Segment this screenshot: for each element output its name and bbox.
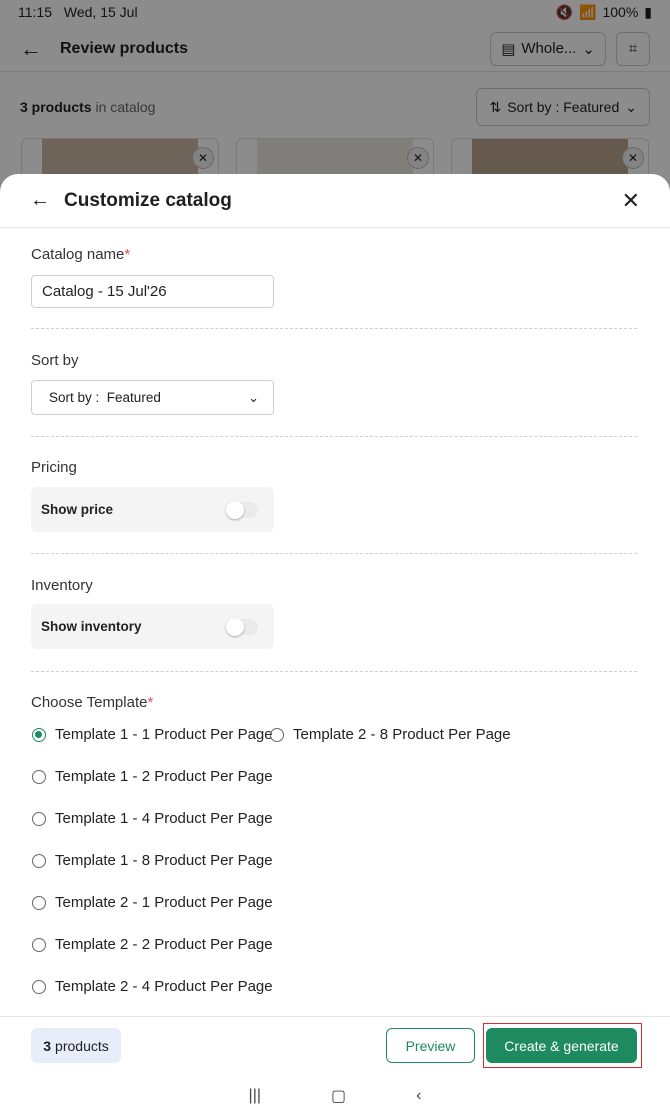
template-option[interactable]: Template 1 - 1 Product Per Page — [32, 726, 273, 743]
section-divider — [31, 553, 637, 554]
show-inventory-row: Show inventory — [31, 604, 274, 649]
show-price-toggle[interactable] — [226, 500, 258, 519]
selected-count-badge: 3 products — [31, 1028, 121, 1063]
show-price-row: Show price — [31, 487, 274, 532]
template-option[interactable]: Template 1 - 8 Product Per Page — [32, 852, 273, 869]
inventory-label: Inventory — [31, 577, 93, 594]
selected-count-label: products — [55, 1037, 109, 1054]
radio-selected[interactable] — [32, 727, 46, 742]
highlight-box: Create & generate — [483, 1023, 642, 1068]
radio-unselected[interactable] — [32, 811, 46, 826]
show-inventory-label: Show inventory — [41, 619, 142, 634]
radio-unselected[interactable] — [32, 937, 46, 952]
show-price-label: Show price — [41, 502, 114, 517]
radio-unselected[interactable] — [32, 769, 46, 784]
system-nav-bar: ||| ▢ ‹ — [0, 1076, 670, 1115]
sheet-footer: 3 products Preview Create & generate — [0, 1016, 670, 1076]
radio-unselected[interactable] — [32, 853, 46, 868]
section-divider — [31, 328, 637, 329]
template-option[interactable]: Template 1 - 2 Product Per Page — [32, 768, 273, 785]
template-option[interactable]: Template 1 - 4 Product Per Page — [32, 810, 273, 827]
chevron-down-icon: ⌄ — [248, 389, 259, 405]
sort-by-value: Featured — [106, 390, 161, 405]
selected-count-number: 3 — [43, 1037, 52, 1054]
template-option-label: Template 1 - 2 Product Per Page — [55, 768, 273, 785]
sort-by-prefix: Sort by : — [49, 390, 100, 405]
radio-unselected[interactable] — [32, 979, 46, 994]
required-marker: * — [124, 246, 131, 263]
template-option-label: Template 2 - 8 Product Per Page — [293, 726, 511, 743]
section-divider — [31, 436, 637, 437]
toggle-knob — [226, 617, 244, 636]
sheet-header: ← Customize catalog ✕ — [0, 174, 670, 228]
radio-unselected[interactable] — [32, 895, 46, 910]
preview-button[interactable]: Preview — [386, 1028, 475, 1063]
template-option-label: Template 2 - 1 Product Per Page — [55, 894, 273, 911]
template-option-label: Template 1 - 8 Product Per Page — [55, 852, 273, 869]
choose-template-label: Choose Template* — [31, 694, 153, 711]
sort-by-select-value: Sort by : Featured — [49, 390, 161, 405]
choose-template-label-text: Choose Template — [31, 694, 148, 711]
sort-by-select[interactable]: Sort by : Featured ⌄ — [31, 380, 274, 415]
create-generate-button[interactable]: Create & generate — [486, 1028, 637, 1063]
template-option[interactable]: Template 2 - 4 Product Per Page — [32, 978, 273, 995]
template-option-label: Template 1 - 1 Product Per Page — [55, 726, 273, 743]
catalog-name-label-text: Catalog name — [31, 246, 125, 263]
show-inventory-toggle[interactable] — [226, 617, 258, 636]
template-option-label: Template 2 - 4 Product Per Page — [55, 978, 273, 995]
home-icon[interactable]: ▢ — [331, 1086, 346, 1106]
template-option[interactable]: Template 2 - 1 Product Per Page — [32, 894, 273, 911]
sort-by-label: Sort by — [31, 352, 79, 369]
back-nav-icon[interactable]: ‹ — [416, 1087, 421, 1105]
toggle-knob — [226, 500, 244, 519]
customize-catalog-sheet: ← Customize catalog ✕ Catalog name* Sort… — [0, 174, 670, 1115]
sheet-title: Customize catalog — [64, 189, 232, 211]
pricing-label: Pricing — [31, 459, 77, 476]
back-arrow-icon[interactable]: ← — [30, 189, 50, 212]
catalog-name-label: Catalog name* — [31, 246, 130, 263]
template-option[interactable]: Template 2 - 8 Product Per Page — [270, 726, 511, 743]
required-marker: * — [147, 694, 154, 711]
template-option[interactable]: Template 2 - 2 Product Per Page — [32, 936, 273, 953]
recent-apps-icon[interactable]: ||| — [249, 1087, 261, 1105]
section-divider — [31, 671, 637, 672]
template-option-label: Template 2 - 2 Product Per Page — [55, 936, 273, 953]
catalog-name-input[interactable] — [31, 275, 274, 308]
radio-unselected[interactable] — [270, 727, 284, 742]
close-icon[interactable]: ✕ — [622, 188, 640, 214]
template-option-label: Template 1 - 4 Product Per Page — [55, 810, 273, 827]
